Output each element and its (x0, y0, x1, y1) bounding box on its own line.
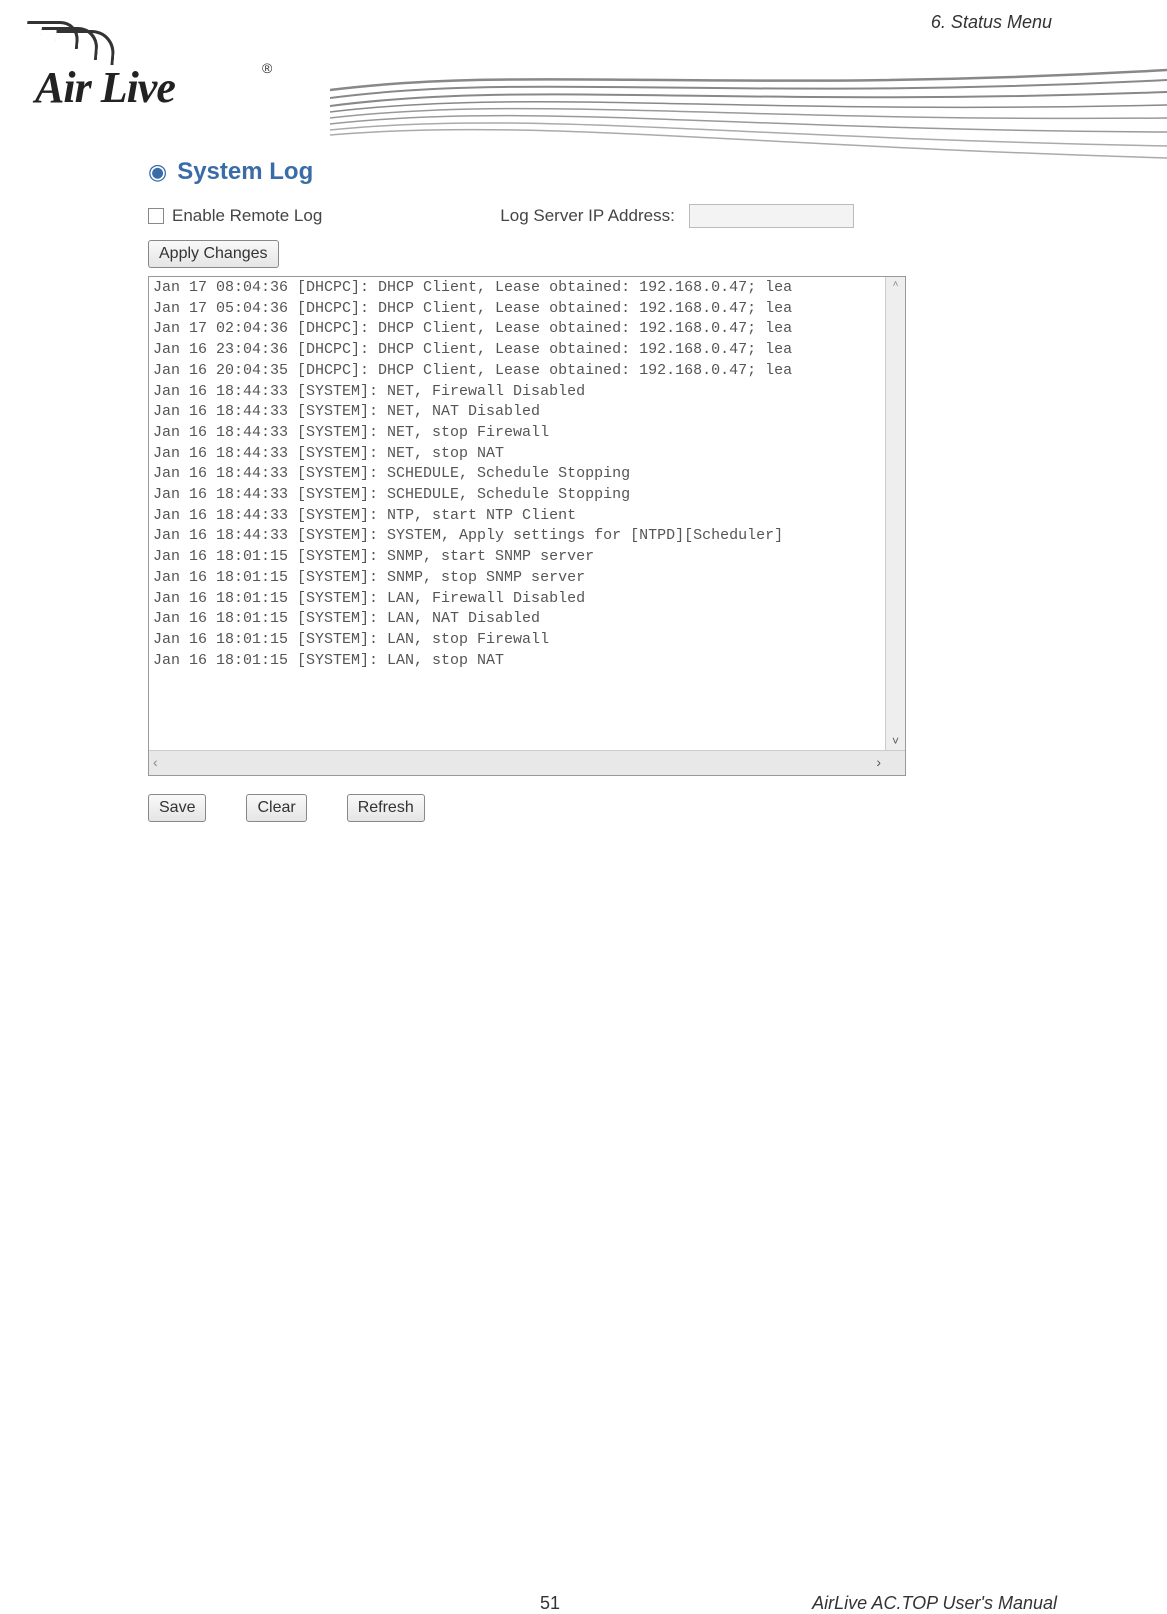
airlive-logo: Air Live ® (30, 30, 280, 105)
horizontal-scrollbar[interactable]: ‹ › (149, 750, 905, 775)
decorative-wave-lines (330, 50, 1167, 160)
panel-title: System Log (177, 158, 313, 186)
log-server-ip-label: Log Server IP Address: (500, 206, 675, 226)
logo-arc-icon (53, 30, 116, 65)
scroll-up-icon[interactable]: ˄ (886, 279, 905, 290)
scroll-right-icon[interactable]: › (876, 754, 881, 770)
button-row: Save Clear Refresh (148, 794, 948, 822)
remote-log-row: Enable Remote Log Log Server IP Address: (148, 204, 948, 228)
header-section-label: 6. Status Menu (931, 12, 1052, 33)
refresh-button[interactable]: Refresh (347, 794, 425, 822)
scroll-down-icon[interactable]: ˅ (886, 734, 905, 748)
log-content: Jan 17 08:04:36 [DHCPC]: DHCP Client, Le… (149, 277, 905, 672)
logo-text: Air Live (35, 62, 175, 113)
logo-registered: ® (262, 60, 272, 76)
apply-changes-button[interactable]: Apply Changes (148, 240, 279, 268)
gear-icon: ◉ (148, 159, 167, 185)
save-button[interactable]: Save (148, 794, 206, 822)
system-log-panel: ◉ System Log Enable Remote Log Log Serve… (148, 158, 948, 822)
log-textarea[interactable]: Jan 17 08:04:36 [DHCPC]: DHCP Client, Le… (148, 276, 906, 776)
manual-title: AirLive AC.TOP User's Manual (812, 1593, 1057, 1614)
vertical-scrollbar[interactable]: ˄ ˅ (885, 277, 905, 750)
log-server-ip-input[interactable] (689, 204, 854, 228)
enable-remote-log-label: Enable Remote Log (172, 206, 322, 226)
scroll-left-icon[interactable]: ‹ (153, 754, 158, 770)
page-number: 51 (540, 1593, 560, 1614)
enable-remote-log-checkbox[interactable] (148, 208, 164, 224)
clear-button[interactable]: Clear (246, 794, 306, 822)
panel-title-row: ◉ System Log (148, 158, 948, 186)
